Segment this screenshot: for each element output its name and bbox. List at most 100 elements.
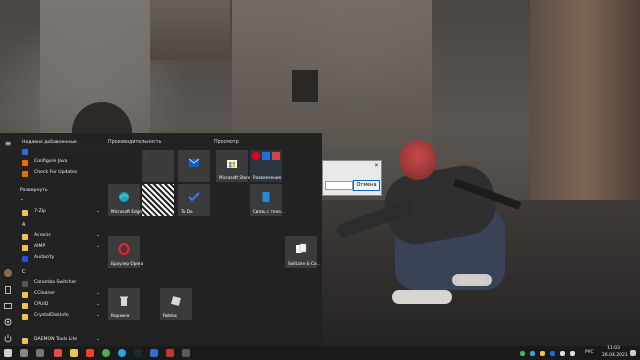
folder-icon <box>22 338 28 344</box>
app-item[interactable]: CCleaner ⌄ <box>20 290 104 300</box>
tile-store[interactable]: Microsoft Store <box>216 150 251 182</box>
language-indicator[interactable]: РУС <box>585 350 594 355</box>
java-icon <box>22 160 28 166</box>
tray-icon[interactable] <box>550 351 555 356</box>
hamburger-icon[interactable]: ≡ <box>3 139 13 149</box>
chevron-down-icon: ⌄ <box>95 312 100 318</box>
tile-store-label: Microsoft Store <box>219 175 251 180</box>
avatar[interactable] <box>3 268 13 278</box>
group-title-productivity[interactable]: Производительность <box>108 140 161 145</box>
close-icon[interactable]: × <box>374 162 379 169</box>
app-item[interactable]: 7-Zip ⌄ <box>20 208 104 218</box>
taskview-icon[interactable] <box>36 349 44 357</box>
search-icon[interactable] <box>20 349 28 357</box>
app-item[interactable]: Audacity <box>20 254 104 264</box>
app-item[interactable]: Caramba Switcher <box>20 279 104 289</box>
recycle-bin-icon <box>120 296 128 306</box>
tile-edge[interactable]: Microsoft Edge <box>108 184 142 216</box>
app-item-label: CCleaner <box>34 291 55 296</box>
expand-label: Развернуть <box>20 188 48 193</box>
game-icon <box>272 152 280 160</box>
expand-button[interactable]: Развернуть ⌄ <box>20 186 50 202</box>
phone-icon <box>262 191 270 202</box>
tile-your-phone[interactable]: Связь с теле... <box>250 184 285 216</box>
wallpaper-shoe <box>392 290 452 304</box>
app-item[interactable]: CrystalDiskInfo ⌄ <box>20 312 104 322</box>
tile-mail[interactable] <box>178 150 210 182</box>
tile-qr-code[interactable] <box>142 184 174 216</box>
tile-opera[interactable]: Браузер Opera <box>108 236 143 268</box>
notification-icon[interactable] <box>630 350 636 356</box>
folder-icon <box>22 314 28 320</box>
yandex-icon[interactable] <box>86 349 94 357</box>
tile-recycle-bin[interactable]: Корзина <box>108 288 140 320</box>
pinterest-icon <box>252 152 260 160</box>
app-item-label: DAEMON Tools Lite <box>34 337 78 342</box>
steam-icon[interactable] <box>134 349 142 357</box>
tile-todo[interactable]: To Do <box>178 184 210 216</box>
recent-item[interactable]: Check For Updates <box>20 169 104 179</box>
checkmark-icon <box>188 192 200 202</box>
recent-item-label: Configure Java <box>34 159 68 164</box>
folder-icon <box>22 234 28 240</box>
letter-header[interactable]: A <box>22 222 25 228</box>
tile-entertainment-label: Развлечения <box>253 175 282 180</box>
vlc-icon[interactable] <box>150 349 158 357</box>
opera-icon[interactable] <box>54 349 62 357</box>
settings-icon[interactable] <box>3 317 13 327</box>
dialog-window: × Отмена <box>322 160 382 196</box>
network-icon[interactable] <box>560 351 565 356</box>
tile-office[interactable]: . <box>142 150 174 182</box>
folder-icon <box>22 245 28 251</box>
opera-icon <box>118 242 130 255</box>
chevron-down-icon: ⌄ <box>95 301 100 307</box>
recent-item[interactable] <box>20 147 104 157</box>
pictures-icon[interactable] <box>3 301 13 311</box>
wallpaper-shoe <box>452 274 492 286</box>
cancel-button[interactable]: Отмена <box>353 180 380 191</box>
chevron-down-icon: ⌄ <box>95 336 100 342</box>
wallpaper-window <box>292 70 318 102</box>
tray-icon[interactable] <box>540 351 545 356</box>
tile-solitaire[interactable]: Solitaire & Ca... <box>285 236 321 268</box>
tile-entertainment[interactable]: Развлечения <box>250 150 282 182</box>
roblox-icon <box>171 295 181 306</box>
start-rail: ≡ <box>0 133 16 346</box>
explorer-icon[interactable] <box>70 349 78 357</box>
app-item[interactable]: DAEMON Tools Lite ⌄ <box>20 336 104 346</box>
mail-icon <box>188 158 200 167</box>
chrome-icon[interactable] <box>102 349 110 357</box>
app-item[interactable]: Acronis ⌄ <box>20 232 104 242</box>
documents-icon[interactable] <box>3 285 13 295</box>
start-menu: ≡ Недавно добавленные Configure Java Che… <box>0 133 322 346</box>
tray-icon[interactable] <box>530 351 535 356</box>
chevron-down-icon: ⌄ <box>95 290 100 296</box>
tile-office-mark: . <box>145 151 147 157</box>
recent-item-label: Check For Updates <box>34 170 78 175</box>
power-icon[interactable] <box>3 333 13 343</box>
clock-date[interactable]: 26.04.2021 <box>602 353 628 358</box>
edge-icon <box>119 191 129 202</box>
app-item-label: Acronis <box>34 233 51 238</box>
recent-item[interactable]: Configure Java <box>20 158 104 168</box>
letter-header[interactable]: C <box>22 269 26 275</box>
app-item-label: Caramba Switcher <box>34 280 77 285</box>
tile-roblox-label: Roblox <box>163 313 178 318</box>
app-item-label: CPUID <box>34 302 49 307</box>
photos-icon[interactable] <box>182 349 190 357</box>
dialog-input[interactable] <box>325 181 353 190</box>
clock-time[interactable]: 11:03 <box>607 346 620 351</box>
app-item[interactable]: AIMP ⌄ <box>20 243 104 253</box>
group-title-explore[interactable]: Просмотр <box>214 140 239 145</box>
prime-video-icon <box>262 152 270 160</box>
taskbar: РУС 11:03 26.04.2021 <box>0 346 640 360</box>
app-item[interactable]: CPUID ⌄ <box>20 301 104 311</box>
telegram-icon[interactable] <box>118 349 126 357</box>
start-icon[interactable] <box>4 349 12 357</box>
volume-icon[interactable] <box>570 351 575 356</box>
tray-icon[interactable] <box>520 351 525 356</box>
tile-roblox[interactable]: Roblox <box>160 288 192 320</box>
chevron-down-icon: ⌄ <box>20 197 24 202</box>
tile-recycle-label: Корзина <box>111 313 130 318</box>
ccleaner-icon[interactable] <box>166 349 174 357</box>
